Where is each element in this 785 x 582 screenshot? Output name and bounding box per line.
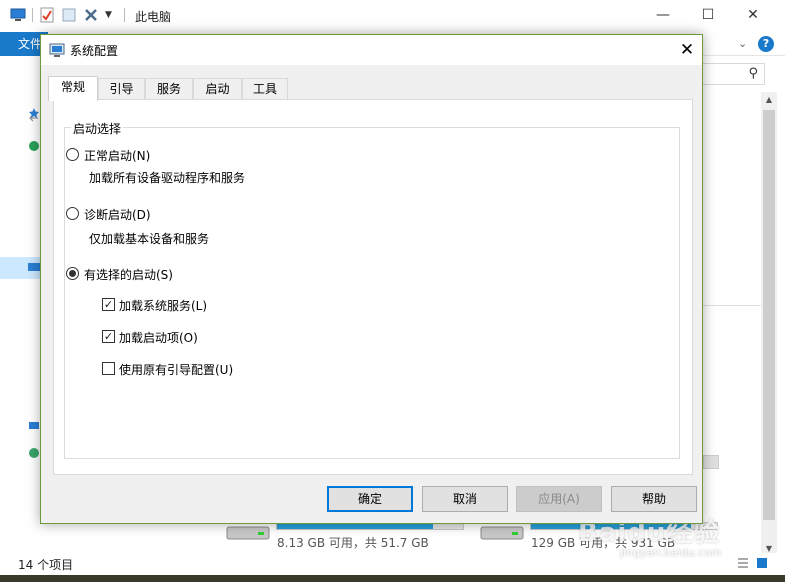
search-input[interactable]: ⚲ bbox=[700, 63, 765, 85]
ok-button[interactable]: 确定 bbox=[327, 486, 413, 512]
selective-startup-label[interactable]: 有选择的启动(S) bbox=[84, 266, 173, 283]
normal-startup-description: 加载所有设备驱动程序和服务 bbox=[89, 171, 246, 185]
chevron-down-icon[interactable]: ⌄ bbox=[738, 37, 747, 50]
group-label: 启动选择 bbox=[71, 120, 124, 137]
startup-selection-group: 启动选择 正常启动(N) 加载所有设备驱动程序和服务 诊断启动(D) 仅加载基本… bbox=[64, 120, 680, 459]
load-system-services-checkbox[interactable]: ✓ bbox=[102, 298, 115, 311]
onedrive-icon[interactable] bbox=[28, 140, 40, 152]
quick-access-toolbar: ▼ bbox=[10, 7, 112, 23]
normal-startup-radio[interactable] bbox=[66, 148, 79, 161]
explorer-title: 此电脑 bbox=[135, 10, 172, 24]
homegroup-icon[interactable] bbox=[28, 447, 40, 459]
computer-icon bbox=[28, 263, 40, 271]
new-folder-icon[interactable] bbox=[61, 7, 77, 23]
drive-space-c: 8.13 GB 可用，共 51.7 GB bbox=[277, 536, 429, 550]
load-system-services-label[interactable]: 加载系统服务(L) bbox=[119, 297, 207, 314]
scroll-thumb[interactable] bbox=[763, 110, 775, 520]
drive-icon[interactable] bbox=[226, 524, 270, 542]
dialog-title: 系统配置 bbox=[70, 44, 119, 58]
tab-general[interactable]: 常规 bbox=[48, 76, 98, 101]
maximize-button[interactable]: ☐ bbox=[688, 4, 728, 26]
help-icon[interactable]: ? bbox=[758, 36, 774, 52]
use-original-boot-config-checkbox[interactable] bbox=[102, 362, 115, 375]
close-window-button[interactable]: ✕ bbox=[733, 4, 773, 26]
scroll-up-arrow-icon[interactable]: ▲ bbox=[761, 92, 777, 108]
load-startup-items-label[interactable]: 加载启动项(O) bbox=[119, 329, 198, 346]
properties-icon[interactable] bbox=[39, 7, 55, 23]
content-fragment bbox=[703, 455, 719, 469]
help-button[interactable]: 帮助 bbox=[611, 486, 697, 512]
normal-startup-label[interactable]: 正常启动(N) bbox=[84, 147, 150, 164]
vertical-scrollbar[interactable]: ▲ ▼ bbox=[761, 92, 777, 557]
apply-button[interactable]: 应用(A) bbox=[516, 486, 602, 512]
content-divider bbox=[703, 305, 761, 306]
delete-icon[interactable] bbox=[83, 7, 99, 23]
tab-boot[interactable]: 引导 bbox=[98, 78, 145, 100]
drive-icon[interactable] bbox=[480, 524, 524, 542]
large-icons-view-icon[interactable] bbox=[756, 557, 768, 569]
quick-access-star-icon[interactable] bbox=[28, 107, 40, 119]
diagnostic-startup-label[interactable]: 诊断启动(D) bbox=[84, 206, 151, 223]
search-icon: ⚲ bbox=[748, 66, 758, 81]
details-view-icon[interactable] bbox=[737, 557, 749, 569]
msconfig-icon bbox=[49, 43, 65, 57]
use-original-boot-config-label[interactable]: 使用原有引导配置(U) bbox=[119, 361, 233, 378]
item-count: 14 个项目 bbox=[18, 558, 74, 572]
explorer-titlebar: ▼ 此电脑 — ☐ ✕ bbox=[0, 0, 785, 32]
system-config-dialog: 系统配置 ✕ 常规 引导 服务 启动 工具 启动选择 正常启动(N) 加载所有设… bbox=[40, 34, 703, 524]
dialog-titlebar: 系统配置 ✕ bbox=[41, 35, 702, 65]
general-tab-panel: 启动选择 正常启动(N) 加载所有设备驱动程序和服务 诊断启动(D) 仅加载基本… bbox=[53, 99, 693, 475]
minimize-button[interactable]: — bbox=[643, 4, 683, 26]
cancel-button[interactable]: 取消 bbox=[422, 486, 508, 512]
tab-services[interactable]: 服务 bbox=[145, 78, 193, 100]
diagnostic-startup-description: 仅加载基本设备和服务 bbox=[89, 232, 210, 246]
title-separator bbox=[124, 8, 125, 22]
load-startup-items-checkbox[interactable]: ✓ bbox=[102, 330, 115, 343]
watermark-url: jingyan.baidu.com bbox=[620, 546, 722, 559]
tab-tools[interactable]: 工具 bbox=[242, 78, 288, 100]
diagnostic-startup-radio[interactable] bbox=[66, 207, 79, 220]
network-icon[interactable] bbox=[28, 420, 40, 432]
close-icon[interactable]: ✕ bbox=[674, 38, 700, 62]
computer-icon[interactable] bbox=[10, 7, 26, 23]
nav-selected-this-pc[interactable] bbox=[0, 257, 42, 279]
tab-startup[interactable]: 启动 bbox=[193, 78, 242, 100]
customize-toolbar-icon[interactable]: ▼ bbox=[105, 10, 112, 20]
selective-startup-radio[interactable] bbox=[66, 267, 79, 280]
navigation-pane bbox=[0, 92, 42, 552]
